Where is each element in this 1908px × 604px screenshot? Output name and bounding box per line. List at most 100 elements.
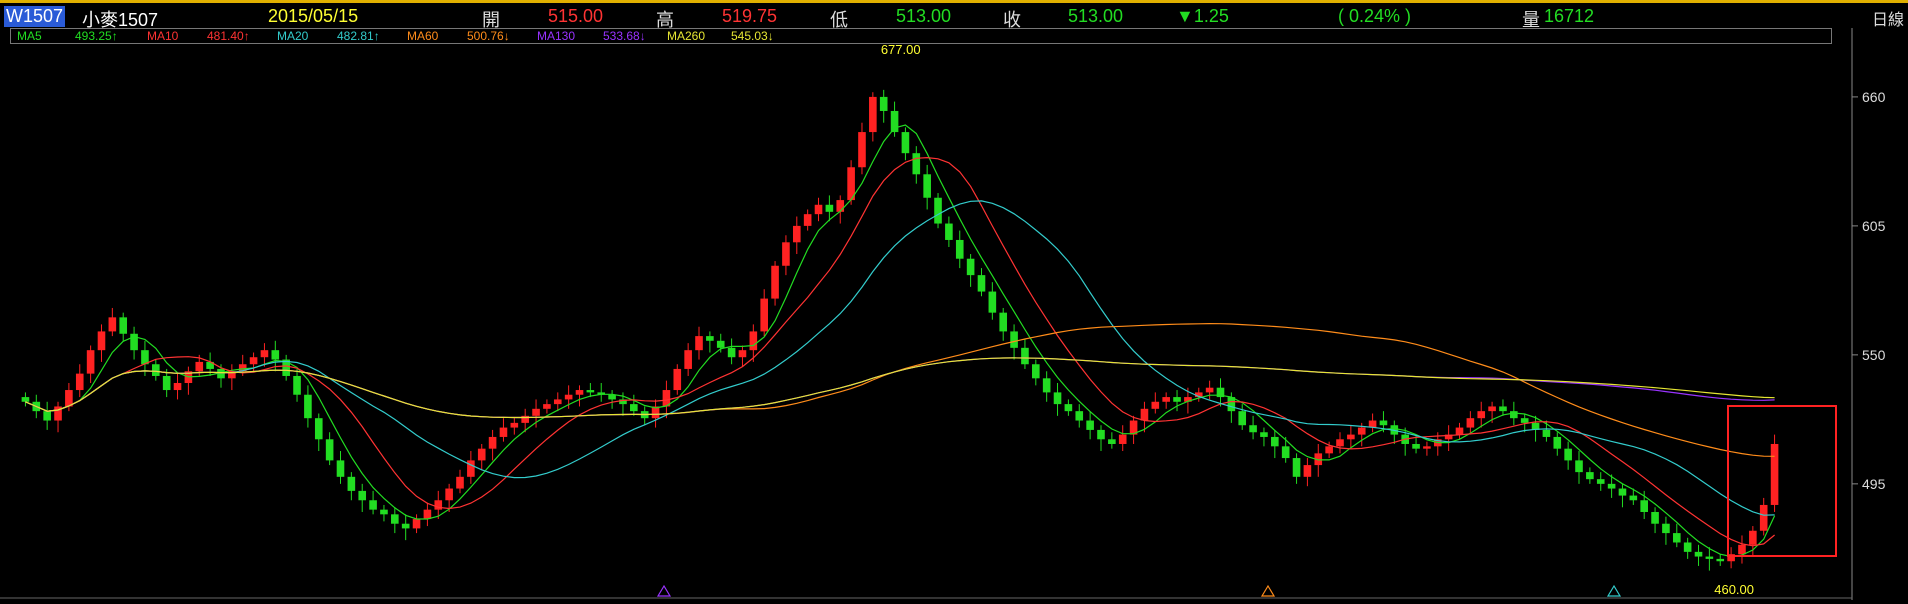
candle-body [988,291,997,313]
candle-body [162,375,171,391]
candle-body [75,373,84,391]
candle-body [434,500,443,510]
candle-body [716,340,725,348]
candle-body [1564,448,1572,461]
candle-body [499,427,508,437]
candle-body [966,258,975,276]
candle-body [673,368,682,391]
candle-body [1770,443,1779,505]
candle-body [1347,434,1355,440]
candle-body [260,350,269,358]
candle-body [195,361,204,372]
candle-body [912,153,921,175]
candle-body [1510,411,1518,419]
candle-body [934,197,942,224]
candle-body [1618,488,1627,496]
candle-body [173,383,182,391]
candle-body [695,336,703,351]
candle-body [510,422,519,428]
candle-body [869,96,877,133]
candle-body [706,336,714,341]
candle-body [1629,495,1638,501]
candle-body [1488,406,1496,412]
candle-body [423,509,432,520]
y-tick-label: 495 [1862,476,1886,492]
candle-body [445,488,453,501]
candle-body [1542,429,1551,437]
candle-body [1596,479,1605,484]
candle-body [249,357,258,365]
candle-body [467,460,475,477]
candle-body [1694,551,1703,557]
candle-body [782,242,790,266]
candle-body [1738,544,1746,555]
candle-body [1749,530,1757,545]
candle-body [890,110,899,133]
candle-body [1064,404,1073,412]
candle-body [1325,446,1333,454]
candle-body [749,331,758,351]
max-price-label: 677.00 [881,42,921,57]
candle-body [1607,483,1616,489]
candle-body [314,418,323,440]
candle-body [1683,542,1692,552]
candle-body [999,312,1008,332]
event-marker-1 [1260,584,1276,597]
event-marker-0 [656,584,672,597]
candle-body [1140,408,1149,421]
candle-body [1292,458,1301,477]
candle-body [803,214,812,226]
candle-body [1336,439,1344,447]
candle-body [456,476,464,489]
candle-body [293,375,301,395]
candle-body [1672,533,1681,543]
candle-body [1412,443,1420,449]
candle-body [369,500,377,510]
candle-body [1455,427,1464,435]
candle-body [1281,446,1290,459]
candle-body [152,364,160,376]
candle-body [1271,436,1279,447]
candle-body [1173,397,1181,402]
candle-body [1227,397,1236,412]
candle-body [836,200,845,212]
candle-body [1662,523,1670,534]
candle-body [1640,500,1648,512]
candle-body [901,132,910,154]
candle-body [630,404,638,412]
event-marker-2 [1606,584,1622,597]
candle-body [1249,425,1257,433]
candle-body [814,204,823,215]
candle-body [1303,465,1312,477]
candle-body [391,514,399,524]
candle-body [358,490,367,501]
candlestick-chart[interactable]: 660 605 550 495 677.00 460.00 [0,0,1908,604]
candle-body [1705,556,1714,559]
candle-body [564,394,573,400]
candle-body [586,390,595,393]
candle-body [532,408,540,416]
candle-body [553,399,562,405]
candle-body [977,275,986,292]
candle-body [1586,472,1594,480]
candle-body [684,350,692,369]
candle-body [1477,411,1486,419]
candle-body [401,523,410,529]
candle-body [477,448,486,461]
candle-body [325,439,334,461]
candle-body [543,404,551,409]
candle-body [1238,411,1247,426]
ma20-line [25,200,1775,516]
ma60-line [25,322,1775,457]
highlight-box [1727,405,1837,557]
candle-body [738,350,747,358]
candle-body [97,331,106,351]
min-price-label: 460.00 [1714,582,1754,597]
candle-body [1759,504,1768,531]
candle-body [304,394,312,419]
candle-body [43,411,51,421]
candle-body [488,436,497,449]
candle-body [1716,558,1725,562]
ma10-line [25,156,1775,547]
candle-body [1053,392,1062,405]
